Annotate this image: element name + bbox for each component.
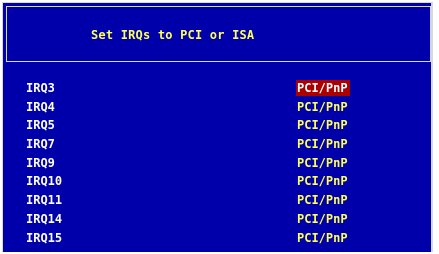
irq-row-14[interactable]: IRQ14 PCI/PnP — [3, 210, 431, 229]
title-bar: Set IRQs to PCI or ISA — [6, 6, 431, 62]
page-title: Set IRQs to PCI or ISA — [91, 28, 255, 42]
irq-label: IRQ15 — [26, 230, 63, 245]
irq-label: IRQ4 — [26, 99, 55, 114]
irq-row-15[interactable]: IRQ15 PCI/PnP — [3, 229, 431, 248]
irq-label: IRQ9 — [26, 155, 55, 170]
irq-value-selector[interactable]: PCI/PnP — [296, 117, 350, 133]
irq-label: IRQ10 — [26, 174, 63, 189]
irq-label: IRQ7 — [26, 137, 55, 152]
irq-row-7[interactable]: IRQ7 PCI/PnP — [3, 135, 431, 154]
irq-value-selector[interactable]: PCI/PnP — [296, 155, 350, 171]
irq-value-selector[interactable]: PCI/PnP — [296, 192, 350, 208]
irq-value-selector[interactable]: PCI/PnP — [296, 136, 350, 152]
irq-row-11[interactable]: IRQ11 PCI/PnP — [3, 191, 431, 210]
irq-label: IRQ5 — [26, 118, 55, 133]
irq-label: IRQ3 — [26, 81, 55, 95]
irq-row-4[interactable]: IRQ4 PCI/PnP — [3, 98, 431, 117]
irq-value-selector[interactable]: PCI/PnP — [296, 230, 350, 246]
bios-screen: Set IRQs to PCI or ISA IRQ3 PCI/PnP IRQ4… — [0, 0, 439, 254]
irq-row-10[interactable]: IRQ10 PCI/PnP — [3, 172, 431, 191]
irq-value-selector[interactable]: PCI/PnP — [296, 173, 350, 189]
irq-settings-panel: Set IRQs to PCI or ISA IRQ3 PCI/PnP IRQ4… — [2, 2, 433, 252]
irq-row-3[interactable]: IRQ3 PCI/PnP — [3, 79, 431, 98]
irq-row-9[interactable]: IRQ9 PCI/PnP — [3, 154, 431, 173]
irq-list: IRQ3 PCI/PnP IRQ4 PCI/PnP IRQ5 PCI/PnP I… — [3, 79, 431, 247]
irq-row-5[interactable]: IRQ5 PCI/PnP — [3, 116, 431, 135]
irq-value-selector[interactable]: PCI/PnP — [296, 211, 350, 227]
irq-value-selector[interactable]: PCI/PnP — [296, 80, 350, 96]
irq-label: IRQ11 — [26, 193, 63, 208]
irq-value-selector[interactable]: PCI/PnP — [296, 99, 350, 115]
irq-label: IRQ14 — [26, 211, 63, 226]
